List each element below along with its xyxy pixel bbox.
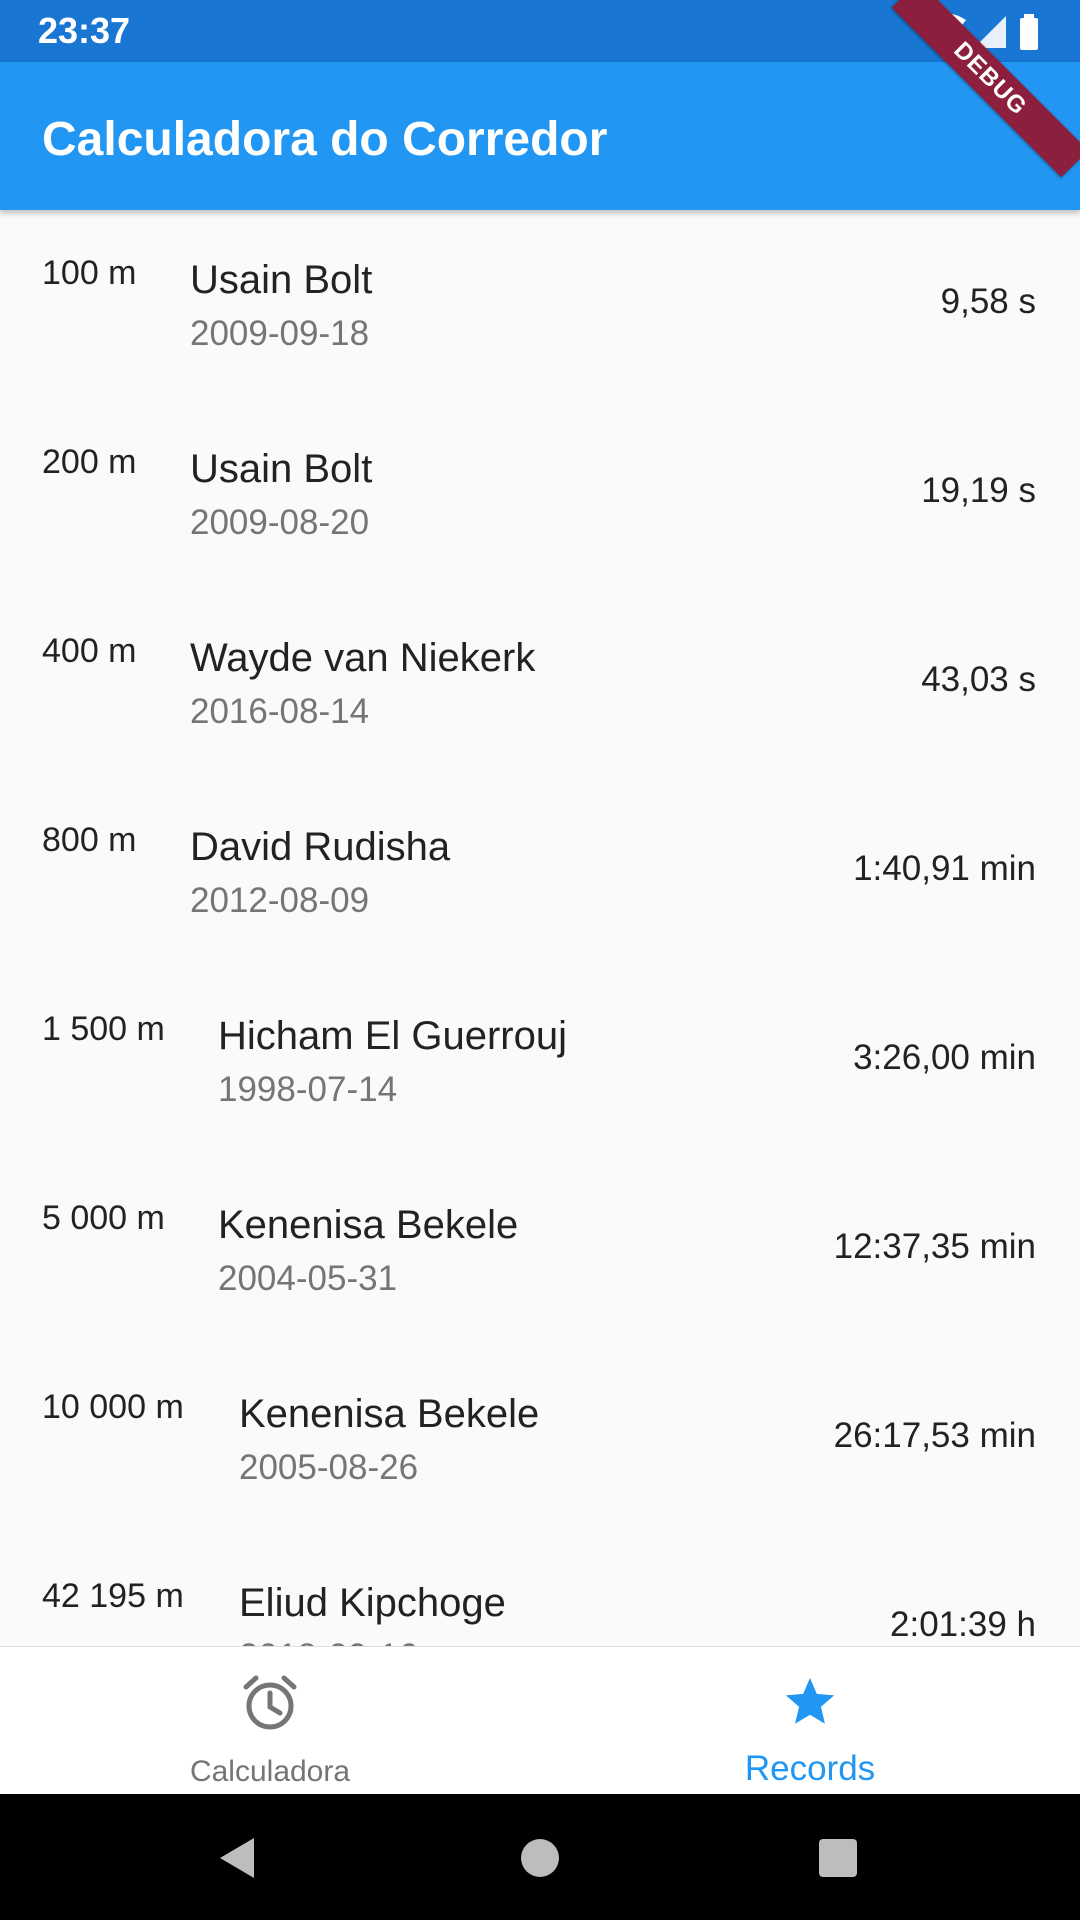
list-item[interactable]: 400 m Wayde van Niekerk 2016-08-14 43,03…: [0, 588, 1080, 777]
list-item[interactable]: 1 500 m Hicham El Guerrouj 1998-07-14 3:…: [0, 966, 1080, 1155]
nav-label-calculadora: Calculadora: [189, 1755, 351, 1788]
record-athlete: Kenenisa Bekele: [218, 1203, 519, 1247]
app-bar: Calculadora do Corredor: [0, 62, 1080, 210]
star-icon: [780, 1673, 840, 1736]
record-athlete: Usain Bolt: [190, 447, 373, 491]
status-time: 23:37: [38, 10, 131, 51]
record-date: 2009-08-20: [190, 503, 370, 542]
record-time: 2:01:39 h: [890, 1605, 1036, 1644]
record-time: 3:26,00 min: [853, 1038, 1036, 1077]
record-date: 2012-08-09: [190, 881, 370, 920]
record-athlete: Kenenisa Bekele: [239, 1392, 540, 1436]
nav-item-calculadora[interactable]: Calculadora: [0, 1647, 540, 1795]
record-athlete: Wayde van Niekerk: [190, 636, 536, 680]
record-time: 1:40,91 min: [853, 849, 1036, 888]
back-icon[interactable]: [214, 1834, 262, 1887]
battery-icon: [1020, 14, 1038, 50]
list-item[interactable]: 100 m Usain Bolt 2009-09-18 9,58 s: [0, 210, 1080, 399]
records-list[interactable]: 100 m Usain Bolt 2009-09-18 9,58 s 200 m…: [0, 210, 1080, 1646]
record-distance: 100 m: [42, 254, 137, 292]
nav-item-records[interactable]: Records: [540, 1647, 1080, 1795]
record-time: 19,19 s: [921, 471, 1036, 510]
record-date: 1998-07-14: [218, 1070, 398, 1109]
record-distance: 400 m: [42, 632, 137, 670]
record-time: 12:37,35 min: [833, 1227, 1036, 1266]
record-date: 2018-09-16: [239, 1637, 418, 1646]
record-distance: 800 m: [42, 821, 137, 859]
record-athlete: Eliud Kipchoge: [239, 1581, 506, 1625]
bottom-navigation: Calculadora Records: [0, 1646, 1080, 1795]
system-navigation-bar: [0, 1794, 1080, 1920]
list-item[interactable]: 5 000 m Kenenisa Bekele 2004-05-31 12:37…: [0, 1155, 1080, 1344]
record-athlete: Hicham El Guerrouj: [218, 1014, 568, 1058]
record-distance: 10 000 m: [42, 1388, 184, 1426]
record-distance: 1 500 m: [42, 1010, 165, 1048]
home-icon[interactable]: [516, 1834, 564, 1887]
record-distance: 5 000 m: [42, 1199, 165, 1237]
alarm-clock-icon: [240, 1673, 300, 1738]
record-time: 26:17,53 min: [833, 1416, 1036, 1455]
record-time: 9,58 s: [940, 282, 1036, 321]
record-date: 2009-09-18: [190, 314, 370, 353]
list-item[interactable]: 200 m Usain Bolt 2009-08-20 19,19 s: [0, 399, 1080, 588]
record-date: 2005-08-26: [239, 1448, 419, 1487]
record-date: 2016-08-14: [190, 692, 370, 731]
list-item[interactable]: 42 195 m Eliud Kipchoge 2018-09-16 2:01:…: [0, 1533, 1080, 1646]
record-distance: 200 m: [42, 443, 137, 481]
nav-label-records: Records: [744, 1749, 876, 1788]
page-title: Calculadora do Corredor: [42, 113, 608, 166]
record-date: 2004-05-31: [218, 1259, 398, 1298]
record-distance: 42 195 m: [42, 1577, 184, 1615]
record-athlete: Usain Bolt: [190, 258, 373, 302]
record-athlete: David Rudisha: [190, 825, 451, 869]
list-item[interactable]: 800 m David Rudisha 2012-08-09 1:40,91 m…: [0, 777, 1080, 966]
recents-icon[interactable]: [814, 1834, 862, 1887]
list-item[interactable]: 10 000 m Kenenisa Bekele 2005-08-26 26:1…: [0, 1344, 1080, 1533]
record-time: 43,03 s: [921, 660, 1036, 699]
